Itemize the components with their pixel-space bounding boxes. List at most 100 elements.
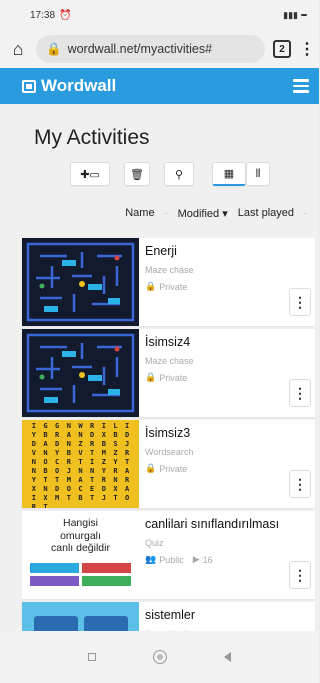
wordsearch-letter: A xyxy=(43,440,48,448)
wordsearch-letter: T xyxy=(66,494,71,502)
new-folder-button[interactable]: ✚▭ xyxy=(70,162,110,186)
main-content: My Activities ✚▭ 🗑 ⚲ ▦ ⫴ Name - Modified… xyxy=(0,104,319,683)
wordsearch-letter: Y xyxy=(31,476,36,484)
delete-button[interactable]: 🗑 xyxy=(124,162,150,186)
activity-menu-button[interactable]: ⋮ xyxy=(289,288,311,316)
quiz-answer-swatch xyxy=(82,562,131,573)
activity-type: Quiz xyxy=(145,538,164,548)
wordsearch-letter: Z xyxy=(113,449,118,457)
activity-title[interactable]: Enerji xyxy=(145,244,315,258)
wordsearch-letter: N xyxy=(90,467,95,475)
activity-menu-button[interactable]: ⋮ xyxy=(289,379,311,407)
sort-name[interactable]: Name xyxy=(125,207,154,219)
wordsearch-letter: X xyxy=(113,485,118,493)
wordsearch-letter: J xyxy=(101,494,106,502)
sort-last-played[interactable]: Last played xyxy=(238,207,294,219)
activity-card[interactable]: Enerji Maze chase 🔒 Private ⋮ xyxy=(22,238,315,326)
wordsearch-letter: I xyxy=(90,458,95,466)
wordsearch-letter: B xyxy=(101,440,106,448)
wordsearch-letter: V xyxy=(31,449,36,457)
lock-icon: 🔒 xyxy=(46,41,62,56)
wordsearch-letter: B xyxy=(78,494,83,502)
quiz-thumbnail: Hangisi omurgalı canlı değildir xyxy=(22,511,139,599)
wordsearch-letter: I xyxy=(101,422,106,430)
activity-title[interactable]: canlilari sınıflandırılması xyxy=(145,517,315,531)
recents-icon[interactable] xyxy=(88,653,97,661)
address-bar[interactable]: 🔒 wordwall.net/myactivities# xyxy=(36,35,265,63)
wordsearch-letter: T xyxy=(78,458,83,466)
brand-name: Wordwall xyxy=(41,76,117,95)
visibility-label: Private xyxy=(159,281,188,292)
browser-toolbar: ⌂ 🔒 wordwall.net/myactivities# 2 ⋮ xyxy=(0,30,319,68)
brand-logo[interactable]: Wordwall xyxy=(22,76,116,96)
wordsearch-letter: E xyxy=(90,485,95,493)
search-button[interactable]: ⚲ xyxy=(164,162,194,186)
hamburger-menu-icon[interactable] xyxy=(293,79,309,93)
wordsearch-letter: M xyxy=(66,476,71,484)
activity-thumbnail xyxy=(22,329,139,417)
search-icon: ⚲ xyxy=(174,168,184,181)
new-folder-icon: ✚▭ xyxy=(80,168,100,181)
signal-icon: ▮▮▮ xyxy=(283,9,298,20)
wordsearch-letter: C xyxy=(55,458,60,466)
wordsearch-letter: A xyxy=(78,476,83,484)
activity-menu-button[interactable]: ⋮ xyxy=(289,561,311,589)
wordsearch-letter: Y xyxy=(101,467,106,475)
wordsearch-letter: R xyxy=(90,422,95,430)
wordsearch-letter: N xyxy=(78,431,83,439)
wordsearch-letter: Y xyxy=(31,431,36,439)
activity-menu-button[interactable]: ⋮ xyxy=(289,470,311,498)
visibility-label: Private xyxy=(159,463,188,474)
home-nav-icon[interactable] xyxy=(152,650,167,664)
activity-title[interactable]: İsimsiz4 xyxy=(145,335,315,349)
maze-chase-thumbnail xyxy=(22,238,139,326)
activity-title[interactable]: sistemler xyxy=(145,608,315,622)
wordsearch-letter: A xyxy=(125,467,130,475)
users-icon: 👥 xyxy=(145,554,157,564)
wordsearch-letter: N xyxy=(66,422,71,430)
wordsearch-thumbnail: IGGNWRILIYBRANDXBDDADNZRBSJVNYBVTMZRNOCR… xyxy=(22,420,139,508)
wordsearch-letter: Z xyxy=(101,458,106,466)
status-bar: 17:38 ⏰ ▮▮▮ xyxy=(0,0,319,30)
browser-menu-icon[interactable]: ⋮ xyxy=(299,39,315,59)
activity-thumbnail: IGGNWRILIYBRANDXBDDADNZRBSJVNYBVTMZRNOCR… xyxy=(22,420,139,508)
activity-thumbnail: Hangisi omurgalı canlı değildir xyxy=(22,511,139,599)
wordsearch-letter: B xyxy=(43,467,48,475)
wordsearch-letter: R xyxy=(90,440,95,448)
grid-view-button[interactable]: ▦ xyxy=(212,162,246,186)
sort-modified-label: Modified xyxy=(177,207,220,220)
wordsearch-letter: W xyxy=(78,422,83,430)
quiz-answer-buttons xyxy=(30,562,131,586)
wordsearch-letter: O xyxy=(43,458,48,466)
wordsearch-letter: T xyxy=(90,449,95,457)
wordsearch-letter: M xyxy=(101,449,106,457)
wordsearch-letter: T xyxy=(55,476,60,484)
activity-title[interactable]: İsimsiz3 xyxy=(145,426,315,440)
wordsearch-letter: N xyxy=(66,440,71,448)
back-icon[interactable] xyxy=(223,652,231,662)
activity-type: Wordsearch xyxy=(145,447,194,457)
wordsearch-letter: D xyxy=(101,485,106,493)
wordsearch-letter: T xyxy=(90,476,95,484)
activity-card[interactable]: İsimsiz4 Maze chase 🔒 Private ⋮ xyxy=(22,329,315,417)
sort-modified[interactable]: Modified ▾ xyxy=(178,207,228,220)
activity-thumbnail xyxy=(22,238,139,326)
lock-icon: 🔒 xyxy=(145,463,157,473)
column-view-button[interactable]: ⫴ xyxy=(246,162,270,186)
activity-card[interactable]: IGGNWRILIYBRANDXBDDADNZRBSJVNYBVTMZRNOCR… xyxy=(22,420,315,508)
activity-card[interactable]: Hangisi omurgalı canlı değildir canlilar… xyxy=(22,511,315,599)
battery-icon xyxy=(301,14,307,16)
wordsearch-letter: R xyxy=(66,458,71,466)
home-icon[interactable]: ⌂ xyxy=(8,39,28,60)
wordsearch-letter: N xyxy=(31,458,36,466)
wordsearch-letter: B xyxy=(113,431,118,439)
wordsearch-letter: Y xyxy=(55,449,60,457)
wordsearch-letter: Y xyxy=(113,458,118,466)
wordsearch-letter: X xyxy=(31,485,36,493)
tabs-count-button[interactable]: 2 xyxy=(273,40,291,58)
wordsearch-letter: N xyxy=(31,467,36,475)
status-time: 17:38 xyxy=(30,9,56,21)
wordsearch-letter: R xyxy=(125,449,130,457)
grid-view-icon: ▦ xyxy=(223,168,235,180)
wordwall-logo-icon xyxy=(22,79,36,93)
